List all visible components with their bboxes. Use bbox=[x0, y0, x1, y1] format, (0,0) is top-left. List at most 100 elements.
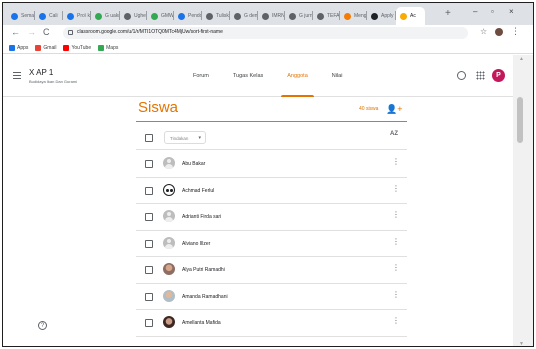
student-row[interactable]: Alviano Illzer ⋮ bbox=[136, 231, 407, 257]
tab-label: Tulisk bbox=[216, 13, 229, 19]
student-name[interactable]: Amellanta Mafida bbox=[182, 320, 221, 326]
page-scrollbar[interactable]: ▲ ▼ bbox=[513, 55, 533, 346]
help-icon[interactable]: ? bbox=[38, 321, 47, 330]
student-checkbox[interactable] bbox=[145, 266, 153, 274]
student-row[interactable]: Amellanta Mafida ⋮ bbox=[136, 310, 407, 337]
student-name[interactable]: Amanda Ramadhani bbox=[182, 294, 228, 300]
bookmark-icon bbox=[35, 44, 42, 51]
tab-favicon-icon bbox=[95, 12, 102, 20]
browser-tab[interactable]: IMRN bbox=[258, 7, 284, 25]
browser-tab[interactable]: Apply bbox=[367, 7, 395, 25]
extension-icon[interactable] bbox=[495, 28, 503, 36]
bookmark-item[interactable]: YouTube bbox=[63, 44, 91, 51]
reload-button[interactable]: C bbox=[43, 27, 50, 37]
student-checkbox[interactable] bbox=[145, 213, 153, 221]
settings-gear-icon[interactable] bbox=[457, 71, 466, 80]
tab-strip: + – ▫ × Sema Cali Pro\ k G uaknu Ughe GMW Pend… bbox=[3, 3, 533, 25]
browser-tab[interactable]: Ac bbox=[396, 7, 425, 25]
student-checkbox[interactable] bbox=[145, 186, 153, 195]
tab-favicon-icon bbox=[400, 12, 407, 20]
chevron-down-icon: ▾ bbox=[198, 135, 201, 141]
browser-tab[interactable]: Sema bbox=[7, 7, 34, 25]
tab-forum[interactable]: Forum bbox=[193, 55, 209, 97]
scroll-down-icon[interactable]: ▼ bbox=[519, 341, 524, 346]
forward-button[interactable]: → bbox=[27, 27, 36, 37]
browser-tab[interactable]: GMW bbox=[147, 7, 173, 25]
browser-tab[interactable]: Pro\ k bbox=[63, 7, 90, 25]
student-row[interactable]: Achmad Ferlul ⋮ bbox=[136, 178, 407, 204]
browser-tab[interactable]: Meng bbox=[340, 7, 366, 25]
tab-favicon-icon bbox=[344, 12, 351, 20]
tab-tugas-kelas[interactable]: Tugas Kelas bbox=[233, 55, 263, 97]
student-row[interactable]: Amanda Ramadhani ⋮ bbox=[136, 284, 407, 310]
class-name[interactable]: X AP 1 bbox=[29, 68, 53, 77]
hamburger-menu-icon[interactable] bbox=[13, 72, 21, 79]
bookmark-item[interactable]: Maps bbox=[98, 44, 118, 51]
maximize-button[interactable]: ▫ bbox=[491, 7, 494, 16]
more-options-icon[interactable]: ⋮ bbox=[392, 184, 400, 193]
more-options-icon[interactable]: ⋮ bbox=[392, 211, 400, 219]
browser-tab[interactable]: Ughe bbox=[120, 7, 146, 25]
bookmark-item[interactable]: Gmail bbox=[35, 44, 57, 51]
student-row[interactable]: Adrianti Firda sari ⋮ bbox=[136, 204, 407, 231]
tab-label: GMW bbox=[161, 13, 173, 19]
address-bar[interactable]: classroom.google.com/u/1/r/MTI1OTQ0MTc4M… bbox=[63, 27, 468, 39]
actions-dropdown[interactable]: Tindakan ▾ bbox=[164, 131, 206, 144]
student-name[interactable]: Abu Bakar bbox=[182, 161, 205, 167]
tab-label: G uaknu bbox=[105, 13, 119, 19]
more-options-icon[interactable]: ⋮ bbox=[392, 237, 400, 246]
class-nav-tabs: Forum Tugas Kelas Anggota Nilai bbox=[193, 55, 366, 97]
browser-tab[interactable]: Pendo bbox=[174, 7, 201, 25]
browser-window: + – ▫ × Sema Cali Pro\ k G uaknu Ughe GMW Pend… bbox=[2, 2, 534, 347]
student-row[interactable]: Alya Putri Ramadhi ⋮ bbox=[136, 257, 407, 284]
bookmark-label: Gmail bbox=[43, 44, 57, 51]
minimize-button[interactable]: – bbox=[473, 7, 477, 16]
tab-anggota[interactable]: Anggota bbox=[281, 55, 314, 97]
student-name[interactable]: Alya Putri Ramadhi bbox=[182, 267, 225, 273]
tab-favicon-icon bbox=[151, 12, 158, 20]
student-checkbox[interactable] bbox=[145, 160, 153, 168]
student-name[interactable]: Achmad Ferlul bbox=[182, 188, 214, 194]
bookmark-star-icon[interactable]: ☆ bbox=[480, 27, 487, 36]
tab-label: Ac bbox=[410, 13, 416, 19]
more-options-icon[interactable]: ⋮ bbox=[392, 264, 400, 272]
student-checkbox[interactable] bbox=[145, 292, 153, 301]
scroll-up-icon[interactable]: ▲ bbox=[519, 56, 524, 62]
back-button[interactable]: ← bbox=[11, 27, 20, 37]
scrollbar-thumb[interactable] bbox=[517, 97, 523, 143]
student-name[interactable]: Alviano Illzer bbox=[182, 241, 210, 247]
student-name[interactable]: Adrianti Firda sari bbox=[182, 214, 221, 220]
bookmarks-bar: Apps Gmail YouTube Maps bbox=[3, 42, 533, 54]
more-options-icon[interactable]: ⋮ bbox=[392, 290, 400, 299]
student-checkbox[interactable] bbox=[145, 239, 153, 248]
browser-tab[interactable]: G uaknu bbox=[91, 7, 119, 25]
more-options-icon[interactable]: ⋮ bbox=[392, 317, 400, 325]
browser-tab[interactable]: G demo bbox=[230, 7, 257, 25]
bookmark-label: Apps bbox=[17, 44, 29, 51]
actions-dropdown-label: Tindakan bbox=[170, 136, 189, 141]
student-avatar bbox=[163, 263, 175, 275]
browser-menu-icon[interactable]: ⋮ bbox=[511, 26, 520, 37]
invite-student-icon[interactable]: 👤+ bbox=[386, 104, 402, 115]
student-checkbox[interactable] bbox=[145, 319, 153, 327]
student-avatar bbox=[163, 157, 175, 169]
tab-favicon-icon bbox=[39, 12, 46, 20]
browser-tab[interactable]: Tulisk bbox=[202, 7, 229, 25]
tab-label: Cali bbox=[49, 13, 58, 19]
tab-favicon-icon bbox=[67, 12, 74, 20]
sort-az-icon[interactable]: AZ bbox=[390, 131, 398, 137]
student-row[interactable]: Abu Bakar ⋮ bbox=[136, 151, 407, 178]
bookmark-item[interactable]: Apps bbox=[9, 44, 29, 51]
new-tab-button[interactable]: + bbox=[445, 8, 451, 19]
browser-tab[interactable]: Cali bbox=[35, 7, 62, 25]
google-apps-icon[interactable] bbox=[476, 71, 485, 80]
tab-nilai[interactable]: Nilai bbox=[332, 55, 343, 97]
close-window-button[interactable]: × bbox=[509, 7, 514, 16]
class-subtitle: Budidaya Ikan Dan Gurami bbox=[29, 79, 78, 84]
profile-avatar[interactable]: P bbox=[492, 69, 505, 82]
lock-icon bbox=[68, 30, 73, 35]
browser-tab[interactable]: G jurnal bbox=[285, 7, 312, 25]
more-options-icon[interactable]: ⋮ bbox=[392, 158, 400, 166]
select-all-checkbox[interactable] bbox=[145, 134, 153, 142]
browser-tab[interactable]: TEFA bbox=[313, 7, 339, 25]
